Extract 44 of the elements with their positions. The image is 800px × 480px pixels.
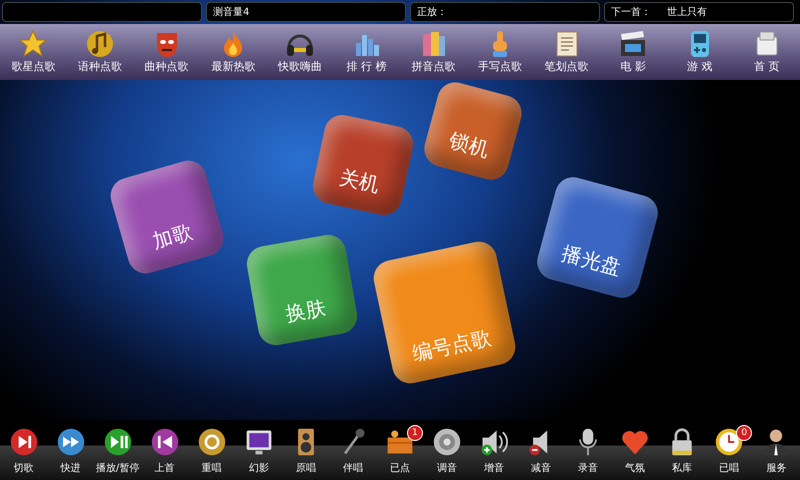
menu-item[interactable]: 曲种点歌 xyxy=(136,26,198,78)
control-label[interactable]: 气氛 xyxy=(625,461,646,476)
next-song-title: 世上只有 xyxy=(667,6,707,19)
control-label[interactable]: 切歌 xyxy=(14,461,34,476)
menu-item[interactable]: 歌星点歌 xyxy=(2,26,64,78)
control-label[interactable]: 减音 xyxy=(531,461,552,476)
count-badge: 0 xyxy=(736,425,752,441)
clock-icon[interactable] xyxy=(714,427,744,457)
menu-item[interactable]: 首 页 xyxy=(736,26,798,78)
count-badge: 1 xyxy=(406,425,423,441)
menu-item[interactable]: 拼音点歌 xyxy=(402,26,464,78)
status-label: 下一首： xyxy=(611,6,651,19)
control-label[interactable]: 重唱 xyxy=(202,461,222,476)
control-label[interactable]: 私库 xyxy=(672,461,692,476)
status-field: 测音量4 xyxy=(206,2,406,22)
status-field: 正放： xyxy=(410,2,600,22)
control-label[interactable]: 原唱 xyxy=(296,461,316,476)
play-pause-icon[interactable] xyxy=(102,427,133,457)
menu-item[interactable]: 手写点歌 xyxy=(468,26,531,78)
control-label[interactable]: 录音 xyxy=(578,461,598,476)
control-label[interactable]: 调音 xyxy=(436,461,457,476)
repeat-icon[interactable] xyxy=(196,427,227,457)
control-label[interactable]: 快进 xyxy=(60,461,81,476)
menu-item[interactable]: 快歌嗨曲 xyxy=(268,26,331,78)
control-label[interactable]: 幻影 xyxy=(248,461,269,476)
fast-forward-icon[interactable] xyxy=(56,427,86,457)
menu-item[interactable]: 语种点歌 xyxy=(68,26,131,78)
control-label[interactable]: 服务 xyxy=(766,461,786,476)
star-icon xyxy=(18,28,48,59)
control-label[interactable]: 已唱 xyxy=(719,461,740,476)
menu-item[interactable]: 最新热歌 xyxy=(202,26,264,78)
skip-icon[interactable] xyxy=(8,427,39,457)
loudspeaker-icon[interactable] xyxy=(432,427,462,457)
menu-item[interactable]: 电 影 xyxy=(602,26,664,78)
menu-item[interactable]: 排 行 榜 xyxy=(336,26,398,78)
previous-icon[interactable] xyxy=(150,427,180,457)
control-label[interactable]: 播放/暂停 xyxy=(96,461,140,476)
menu-item[interactable]: 笔划点歌 xyxy=(536,26,598,78)
control-label[interactable]: 增音 xyxy=(484,461,504,476)
menu-item[interactable]: 游 戏 xyxy=(668,26,731,78)
music-note-icon xyxy=(84,28,115,59)
control-label[interactable]: 上首 xyxy=(154,461,175,476)
control-label[interactable]: 伴唱 xyxy=(342,461,363,476)
control-label[interactable]: 已点 xyxy=(390,461,410,476)
